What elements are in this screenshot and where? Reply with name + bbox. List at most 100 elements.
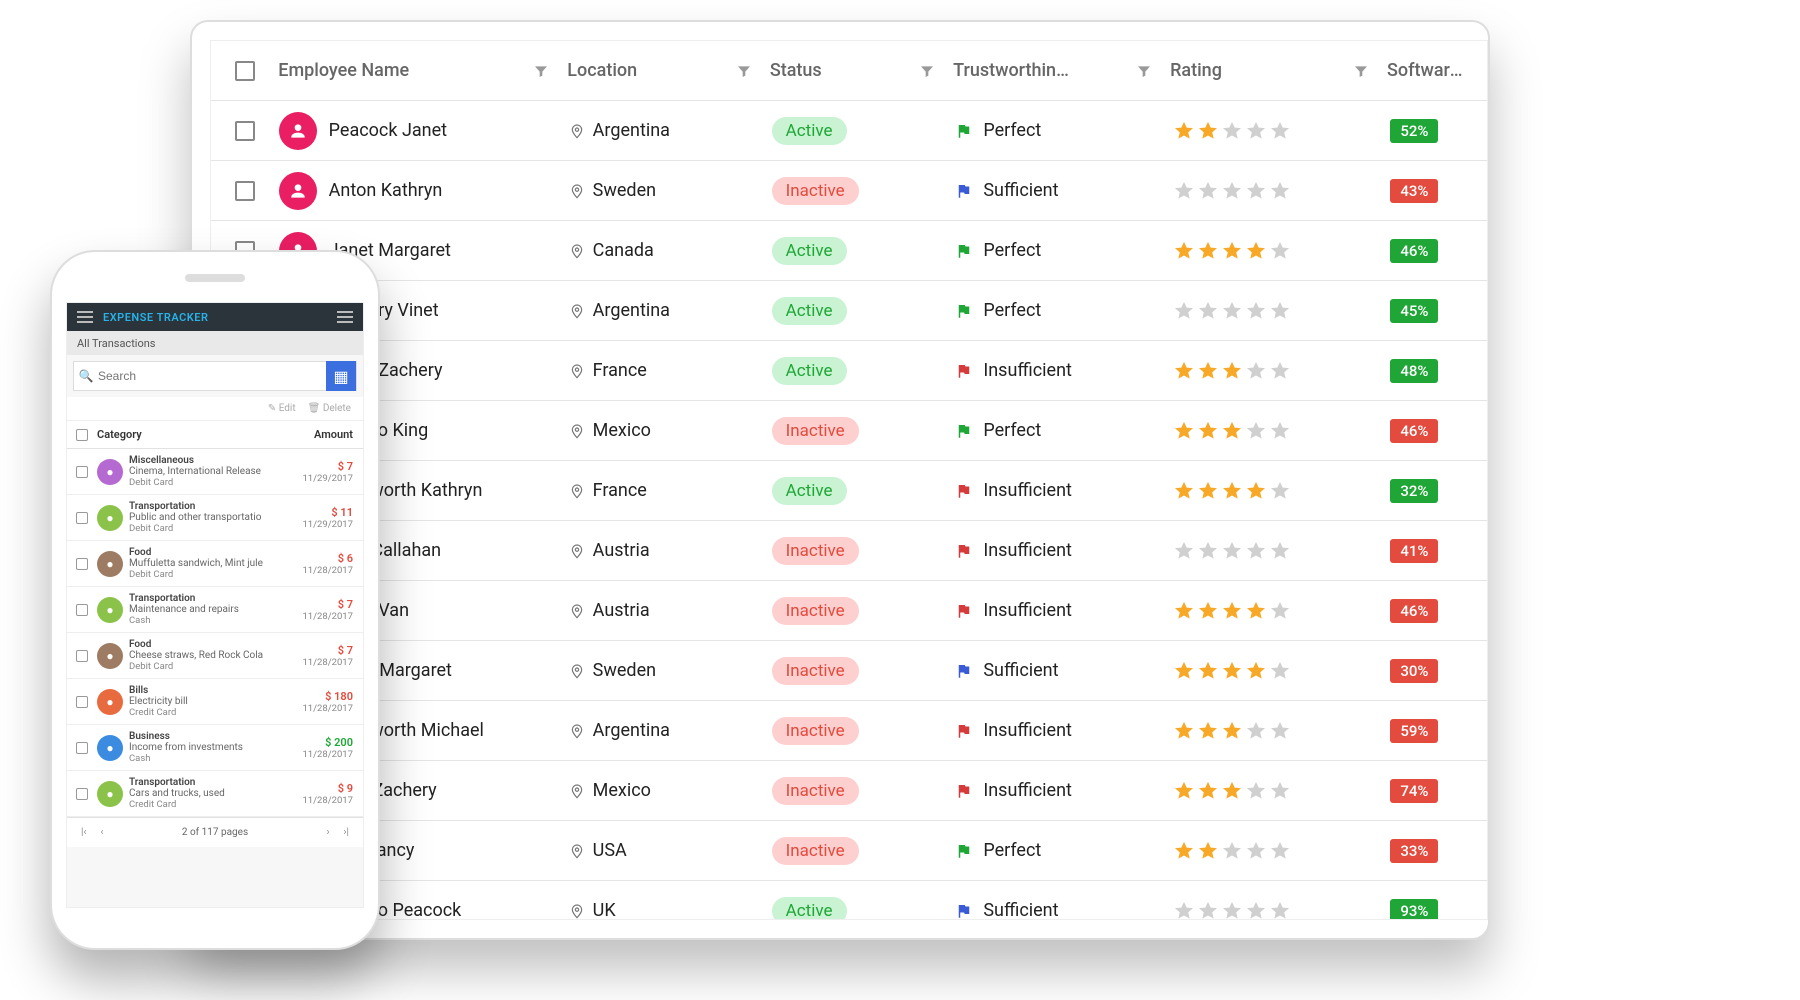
pager-prev[interactable]: ‹ <box>100 827 103 838</box>
filter-icon[interactable] <box>1136 63 1152 79</box>
star-icon <box>1197 780 1219 802</box>
payment-method: Debit Card <box>129 569 285 580</box>
table-row[interactable]: Bergs MargaretSwedenInactiveSufficient30… <box>211 641 1487 701</box>
rating-stars[interactable] <box>1173 660 1391 682</box>
col-header-software[interactable]: Software P <box>1387 60 1469 81</box>
status-badge: Active <box>772 477 847 505</box>
star-icon <box>1173 720 1195 742</box>
phone-col-category[interactable]: Category <box>97 428 285 441</box>
table-row[interactable]: Anton KathrynSwedenInactiveSufficient43% <box>211 161 1487 221</box>
col-header-status[interactable]: Status <box>770 60 822 81</box>
table-row[interactable]: Fleet ZacheryMexicoInactiveInsufficient7… <box>211 761 1487 821</box>
pin-icon <box>569 303 585 319</box>
payment-method: Credit Card <box>129 707 285 718</box>
row-checkbox[interactable] <box>76 742 88 754</box>
pager-last[interactable]: ›| <box>344 827 349 838</box>
table-row[interactable]: Peacock JanetArgentinaActivePerfect52% <box>211 101 1487 161</box>
search-button[interactable]: ▦ <box>326 361 356 391</box>
location: UK <box>593 900 616 920</box>
search-input[interactable] <box>98 369 326 383</box>
category-label: Transportation <box>129 501 285 512</box>
settings-icon[interactable] <box>337 311 353 323</box>
table-row[interactable]: Janet MargaretCanadaActivePerfect46% <box>211 221 1487 281</box>
rating-stars[interactable] <box>1173 180 1391 202</box>
row-checkbox[interactable] <box>76 512 88 524</box>
table-row[interactable]: Dodsworth MichaelArgentinaInactiveInsuff… <box>211 701 1487 761</box>
table-row[interactable]: Jack CallahanAustriaInactiveInsufficient… <box>211 521 1487 581</box>
table-row[interactable]: Janet VanAustriaInactiveInsufficient46% <box>211 581 1487 641</box>
date: 11/28/2017 <box>285 703 353 714</box>
row-checkbox[interactable] <box>235 121 255 141</box>
row-checkbox[interactable] <box>235 181 255 201</box>
rating-stars[interactable] <box>1173 360 1391 382</box>
table-row[interactable]: Dodsworth KathrynFranceActiveInsufficien… <box>211 461 1487 521</box>
star-icon <box>1197 180 1219 202</box>
col-header-rating[interactable]: Rating <box>1170 60 1222 81</box>
category-icon: ● <box>97 459 123 485</box>
phone-toolbar: ✎ Edit 🗑 Delete <box>67 397 363 421</box>
list-item[interactable]: ●TransportationCars and trucks, usedCred… <box>67 771 363 817</box>
pager-next[interactable]: › <box>327 827 330 838</box>
list-item[interactable]: ●BusinessIncome from investmentsCash$ 20… <box>67 725 363 771</box>
search-icon: 🔍 <box>74 369 98 383</box>
date: 11/28/2017 <box>285 657 353 668</box>
list-item[interactable]: ●FoodCheese straws, Red Rock ColaDebit C… <box>67 633 363 679</box>
filter-icon[interactable] <box>1353 63 1369 79</box>
rating-stars[interactable] <box>1173 540 1391 562</box>
percent-badge: 93% <box>1390 899 1438 921</box>
star-icon <box>1173 600 1195 622</box>
table-row[interactable]: Zachery VinetArgentinaActivePerfect45% <box>211 281 1487 341</box>
phone-select-all[interactable] <box>76 429 88 441</box>
amount: $ 180 <box>285 690 353 703</box>
star-icon <box>1173 660 1195 682</box>
row-checkbox[interactable] <box>76 788 88 800</box>
filter-icon[interactable] <box>736 63 752 79</box>
edit-button[interactable]: ✎ Edit <box>268 403 296 414</box>
pin-icon <box>569 783 585 799</box>
row-checkbox[interactable] <box>76 604 88 616</box>
phone-col-amount[interactable]: Amount <box>285 428 363 441</box>
rating-stars[interactable] <box>1173 300 1391 322</box>
list-item[interactable]: ●MiscellaneousCinema, International Rele… <box>67 449 363 495</box>
list-item[interactable]: ●TransportationMaintenance and repairsCa… <box>67 587 363 633</box>
rating-stars[interactable] <box>1173 780 1391 802</box>
trust-label: Insufficient <box>983 780 1072 801</box>
filter-icon[interactable] <box>919 63 935 79</box>
pager-first[interactable]: |‹ <box>81 827 86 838</box>
list-item[interactable]: ●FoodMuffuletta sandwich, Mint juleDebit… <box>67 541 363 587</box>
row-checkbox[interactable] <box>76 558 88 570</box>
amount: $ 7 <box>285 598 353 611</box>
col-header-trust[interactable]: Trustworthin… <box>953 60 1069 81</box>
rating-stars[interactable] <box>1173 840 1391 862</box>
col-header-location[interactable]: Location <box>567 60 637 81</box>
row-checkbox[interactable] <box>76 466 88 478</box>
rating-stars[interactable] <box>1173 600 1391 622</box>
rating-stars[interactable] <box>1173 900 1391 921</box>
table-row[interactable]: Janet ZacheryFranceActiveInsufficient48% <box>211 341 1487 401</box>
star-icon <box>1173 780 1195 802</box>
select-all-checkbox[interactable] <box>235 61 255 81</box>
col-header-name[interactable]: Employee Name <box>278 60 409 81</box>
row-checkbox[interactable] <box>76 696 88 708</box>
list-item[interactable]: ●TransportationPublic and other transpor… <box>67 495 363 541</box>
rating-stars[interactable] <box>1173 720 1391 742</box>
filter-icon[interactable] <box>533 63 549 79</box>
rating-stars[interactable] <box>1173 120 1391 142</box>
star-icon <box>1221 720 1243 742</box>
table-row[interactable]: Davolio KingMexicoInactivePerfect46% <box>211 401 1487 461</box>
star-icon <box>1221 780 1243 802</box>
star-icon <box>1269 900 1291 921</box>
delete-button[interactable]: 🗑 Delete <box>308 403 351 414</box>
rating-stars[interactable] <box>1173 420 1391 442</box>
rating-stars[interactable] <box>1173 240 1391 262</box>
pin-icon <box>569 843 585 859</box>
table-row[interactable]: Van NancyUSAInactivePerfect33% <box>211 821 1487 881</box>
menu-icon[interactable] <box>77 311 93 323</box>
list-item[interactable]: ●BillsElectricity billCredit Card$ 18011… <box>67 679 363 725</box>
table-row[interactable]: Davolio PeacockUKActiveSufficient93% <box>211 881 1487 920</box>
star-icon <box>1173 840 1195 862</box>
star-icon <box>1269 240 1291 262</box>
row-checkbox[interactable] <box>76 650 88 662</box>
payment-method: Cash <box>129 615 285 626</box>
rating-stars[interactable] <box>1173 480 1391 502</box>
